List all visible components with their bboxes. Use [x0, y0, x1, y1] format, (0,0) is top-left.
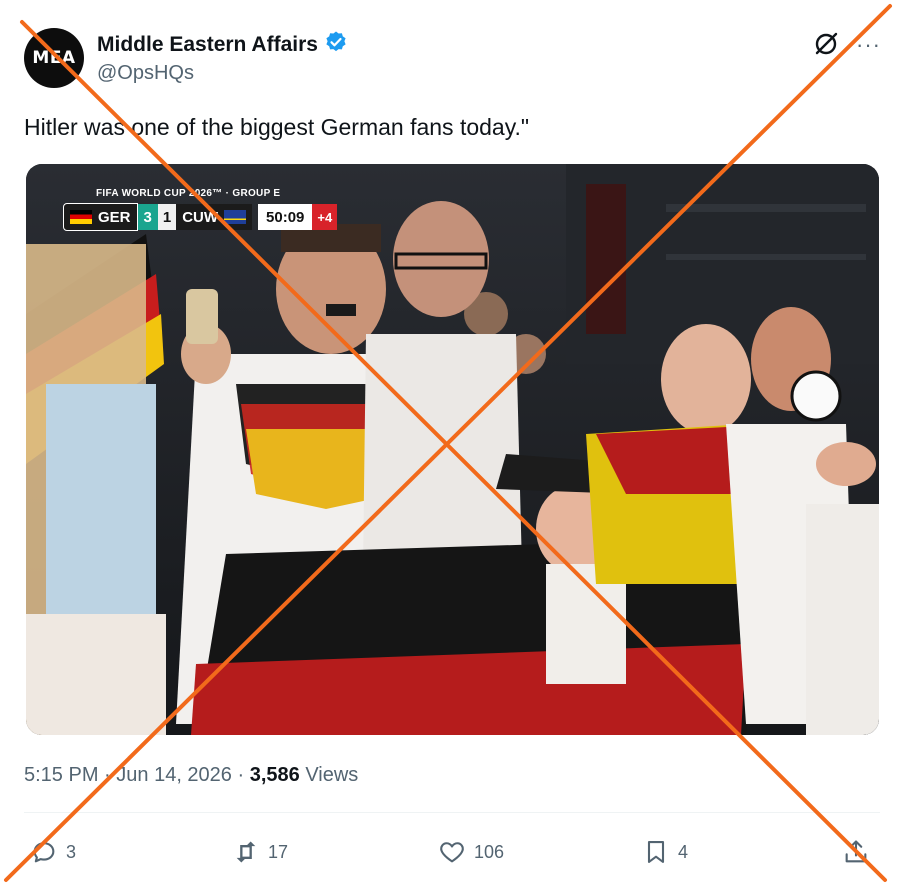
share-icon	[845, 840, 867, 863]
repost-count: 17	[268, 841, 289, 862]
tweet-meta: 5:15 PM · Jun 14, 2026 · 3,586 Views	[24, 764, 358, 787]
bookmark-button[interactable]: 4	[642, 838, 688, 866]
score-home: 3	[137, 204, 158, 230]
views-label: Views	[299, 764, 359, 786]
meta-separator: ·	[98, 764, 117, 786]
flag-curacao-icon	[224, 210, 247, 224]
scorebug: GER 3 1 CUW 50:09 +4	[63, 203, 338, 231]
like-button[interactable]: 106	[438, 838, 504, 866]
bookmark-count: 4	[678, 841, 689, 862]
avatar[interactable]: MEA	[24, 28, 84, 88]
tweet-time[interactable]: 5:15 PM	[24, 764, 98, 786]
repost-icon	[236, 841, 256, 863]
grok-icon[interactable]	[812, 30, 840, 58]
reply-count: 3	[66, 841, 77, 862]
display-name[interactable]: Middle Eastern Affairs	[97, 33, 318, 57]
verified-badge-icon	[324, 30, 348, 59]
video-frame-illustration	[26, 164, 879, 735]
match-clock: 50:09	[258, 204, 313, 230]
like-count: 106	[474, 841, 505, 862]
bookmark-icon	[647, 841, 665, 863]
added-time: +4	[312, 204, 338, 230]
views-count: 3,586	[249, 764, 300, 786]
author-handle[interactable]: @OpsHQs	[97, 62, 194, 85]
flag-germany-icon	[70, 210, 92, 224]
team-home: GER	[98, 208, 131, 226]
score-away: 1	[157, 204, 177, 230]
more-icon[interactable]: ···	[856, 32, 881, 58]
reply-button[interactable]: 3	[30, 838, 76, 866]
repost-button[interactable]: 17	[232, 838, 288, 866]
divider	[24, 812, 880, 813]
tweet-date[interactable]: Jun 14, 2026	[116, 764, 232, 786]
meta-dot: ·	[231, 764, 250, 786]
tweet-media-video[interactable]	[26, 164, 879, 735]
share-button[interactable]	[842, 838, 870, 866]
heart-icon	[440, 842, 464, 863]
author-name-row[interactable]: Middle Eastern Affairs	[97, 30, 348, 59]
scorebug-title: FIFA WORLD CUP 2026™ · GROUP E	[96, 188, 281, 199]
avatar-text: MEA	[32, 48, 76, 68]
reply-icon	[33, 842, 55, 863]
team-away: CUW	[182, 208, 219, 226]
tweet-text: Hitler was one of the biggest German fan…	[24, 114, 530, 140]
